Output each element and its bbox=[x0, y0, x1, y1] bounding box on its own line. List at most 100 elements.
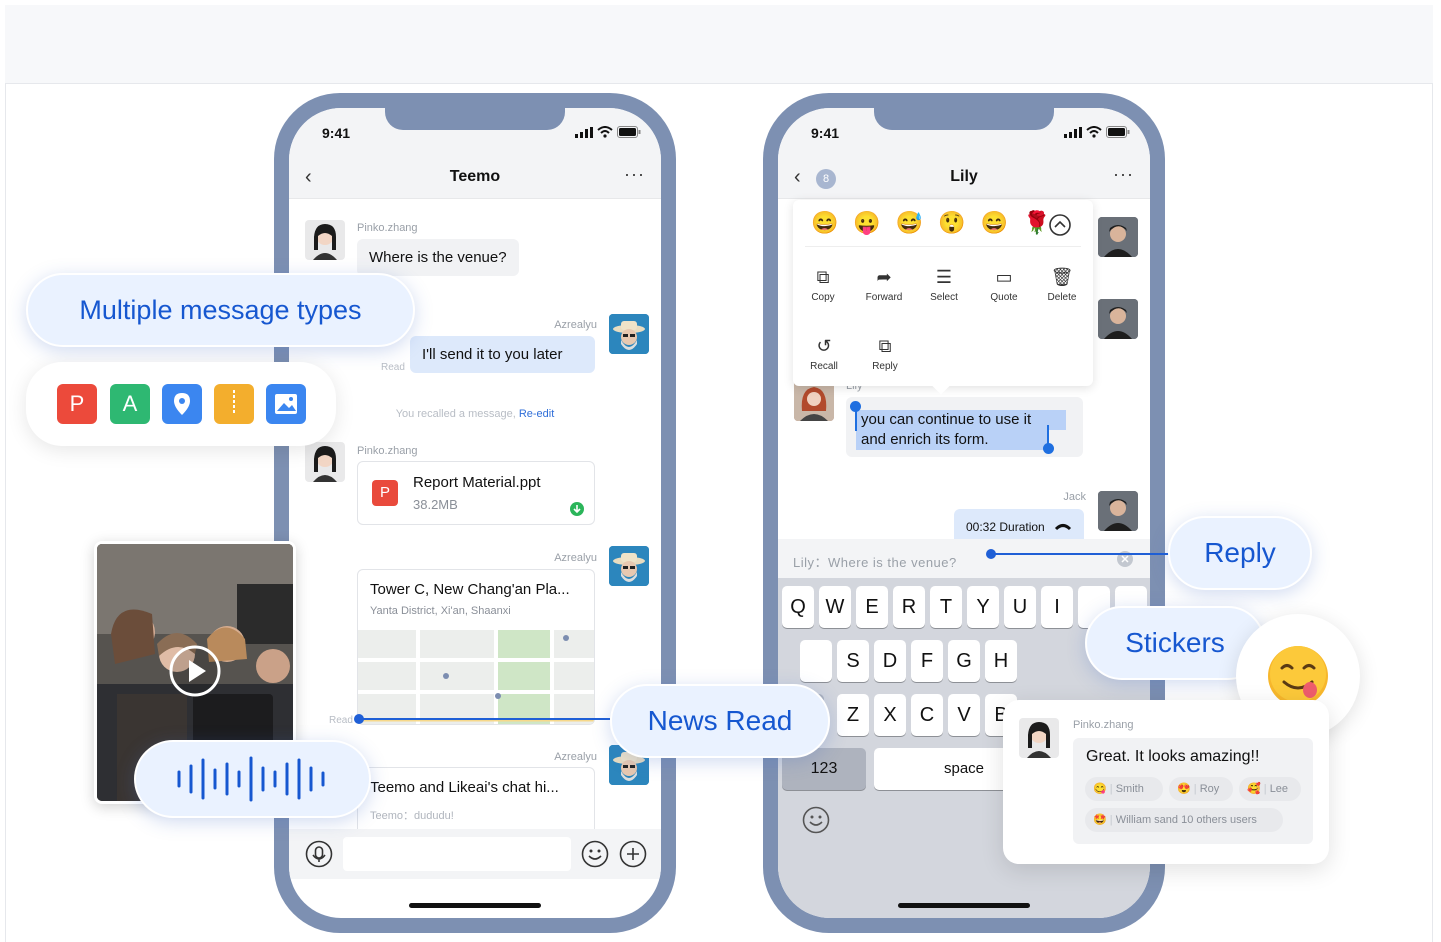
notch bbox=[385, 108, 565, 130]
emoji-grin[interactable]: 😄 bbox=[811, 210, 838, 236]
divider-left bbox=[5, 83, 6, 942]
action-reply[interactable]: ⧉ Reply bbox=[860, 335, 910, 372]
key-g[interactable]: G bbox=[948, 640, 980, 682]
avatar[interactable] bbox=[1098, 299, 1138, 339]
key-a[interactable] bbox=[800, 640, 832, 682]
emoji-rose[interactable]: 🌹 bbox=[1023, 210, 1050, 236]
divider-right bbox=[1432, 83, 1433, 942]
copy-icon: ⧉ bbox=[816, 267, 830, 287]
signal-icons bbox=[575, 126, 641, 138]
sender-name: Azrealyu bbox=[554, 319, 597, 331]
emoji-keyboard-icon[interactable] bbox=[802, 806, 830, 834]
sender-name: Jack bbox=[1063, 491, 1086, 503]
callout-multiple-message-types: Multiple message types bbox=[26, 273, 415, 347]
action-quote[interactable]: ▭ Quote bbox=[979, 266, 1029, 303]
avatar[interactable] bbox=[609, 546, 649, 586]
voice-wave-callout bbox=[134, 740, 371, 818]
avatar[interactable] bbox=[609, 314, 649, 354]
reaction-lee[interactable]: 🥰 | Lee bbox=[1239, 777, 1301, 801]
home-indicator bbox=[409, 903, 541, 908]
callout-news-read: News Read bbox=[610, 684, 830, 758]
reply-preview-text: Lily：Where is the venue? bbox=[793, 555, 957, 570]
key-d[interactable]: D bbox=[874, 640, 906, 682]
nav-bar: ‹ 8 Lily ··· bbox=[778, 158, 1150, 199]
message-bubble[interactable]: Great. It looks amazing!! 😋 | Smith 😍 | … bbox=[1073, 738, 1313, 844]
message-text: Great. It looks amazing!! bbox=[1086, 748, 1260, 765]
avatar[interactable] bbox=[1098, 217, 1138, 257]
action-recall[interactable]: ↺ Recall bbox=[799, 335, 849, 372]
action-select[interactable]: ☰ Select bbox=[919, 266, 969, 303]
key-z[interactable]: Z bbox=[837, 694, 869, 736]
key-x[interactable]: X bbox=[874, 694, 906, 736]
avatar[interactable] bbox=[794, 381, 834, 421]
chat-history-preview: Teemo：dududu! bbox=[370, 810, 454, 822]
selected-text-line2: and enrich its form. bbox=[861, 431, 989, 448]
emoji-astonished[interactable]: 😲 bbox=[938, 210, 965, 236]
key-w[interactable]: W bbox=[819, 586, 851, 628]
reaction-card: Pinko.zhang Great. It looks amazing!! 😋 … bbox=[1003, 700, 1329, 864]
voice-icon[interactable] bbox=[305, 840, 333, 868]
quick-emoji-row: 😄 😛 😅 😲 😄 🌹 bbox=[811, 210, 1050, 236]
reaction-roy[interactable]: 😍 | Roy bbox=[1169, 777, 1233, 801]
file-message[interactable]: P Report Material.ppt 38.2MB bbox=[357, 461, 595, 525]
collapse-emoji-icon[interactable] bbox=[1049, 214, 1071, 236]
re-edit-link[interactable]: Re-edit bbox=[519, 408, 554, 420]
key-f[interactable]: F bbox=[911, 640, 943, 682]
emoji-smile[interactable]: 😄 bbox=[981, 210, 1008, 236]
reply-icon: ⧉ bbox=[878, 336, 892, 356]
key-e[interactable]: E bbox=[856, 586, 888, 628]
app-icons-card: P A bbox=[26, 362, 336, 446]
key-c[interactable]: C bbox=[911, 694, 943, 736]
sender-name: Azrealyu bbox=[554, 552, 597, 564]
sender-name: Pinko.zhang bbox=[357, 222, 418, 234]
app-a-icon: A bbox=[110, 384, 150, 424]
signal-icons bbox=[1064, 126, 1130, 138]
map-graphic bbox=[358, 630, 594, 724]
read-connector-line bbox=[358, 718, 610, 720]
forward-icon: ➦ bbox=[876, 267, 892, 287]
location-message[interactable]: Tower C, New Chang'an Pla... Yanta Distr… bbox=[357, 569, 595, 725]
action-copy[interactable]: ⧉ Copy bbox=[798, 266, 848, 303]
avatar[interactable] bbox=[305, 442, 345, 482]
key-i[interactable]: I bbox=[1041, 586, 1073, 628]
reaction-smith[interactable]: 😋 | Smith bbox=[1085, 777, 1163, 801]
key-y[interactable]: Y bbox=[967, 586, 999, 628]
yummy-face-icon bbox=[1268, 646, 1328, 706]
plus-icon[interactable] bbox=[619, 840, 647, 868]
more-icon[interactable]: ··· bbox=[624, 164, 645, 185]
chat-title: Lily bbox=[950, 168, 978, 185]
action-delete[interactable]: 🗑 Delete bbox=[1037, 266, 1087, 303]
key-q[interactable]: Q bbox=[782, 586, 814, 628]
avatar[interactable] bbox=[305, 220, 345, 260]
key-u[interactable]: U bbox=[1004, 586, 1036, 628]
avatar[interactable] bbox=[1098, 491, 1138, 531]
emoji-tongue[interactable]: 😛 bbox=[853, 210, 880, 236]
emoji-icon[interactable] bbox=[581, 840, 609, 868]
action-forward[interactable]: ➦ Forward bbox=[859, 266, 909, 303]
avatar[interactable] bbox=[1019, 718, 1059, 758]
zip-app-icon bbox=[214, 384, 254, 424]
reply-connector-dot bbox=[986, 549, 996, 559]
key-s[interactable]: S bbox=[837, 640, 869, 682]
key-v[interactable]: V bbox=[948, 694, 980, 736]
more-icon[interactable]: ··· bbox=[1113, 164, 1134, 185]
reaction-summary[interactable]: 🤩 | William sand 10 others users bbox=[1085, 808, 1283, 832]
read-connector-dot bbox=[354, 714, 364, 724]
message-bubble[interactable]: I'll send it to you later bbox=[410, 336, 595, 373]
file-name: Report Material.ppt bbox=[413, 474, 541, 491]
delete-icon: 🗑 bbox=[1050, 267, 1074, 287]
ppt-file-icon: P bbox=[372, 480, 398, 506]
play-icon[interactable] bbox=[168, 644, 222, 698]
notch bbox=[874, 108, 1054, 130]
recall-icon: ↺ bbox=[816, 336, 832, 356]
chat-history-message[interactable]: Teemo and Likeai's chat hi... Teemo：dudu… bbox=[357, 767, 595, 837]
key-r[interactable]: R bbox=[893, 586, 925, 628]
message-bubble[interactable]: Where is the venue? bbox=[357, 239, 519, 276]
key-t[interactable]: T bbox=[930, 586, 962, 628]
selected-message[interactable]: you can continue to use it and enrich it… bbox=[846, 397, 1083, 457]
map-thumbnail[interactable] bbox=[358, 630, 594, 724]
wifi-icon bbox=[1086, 126, 1102, 138]
emoji-sweat[interactable]: 😅 bbox=[896, 210, 923, 236]
message-input[interactable] bbox=[343, 837, 571, 871]
key-h[interactable]: H bbox=[985, 640, 1017, 682]
